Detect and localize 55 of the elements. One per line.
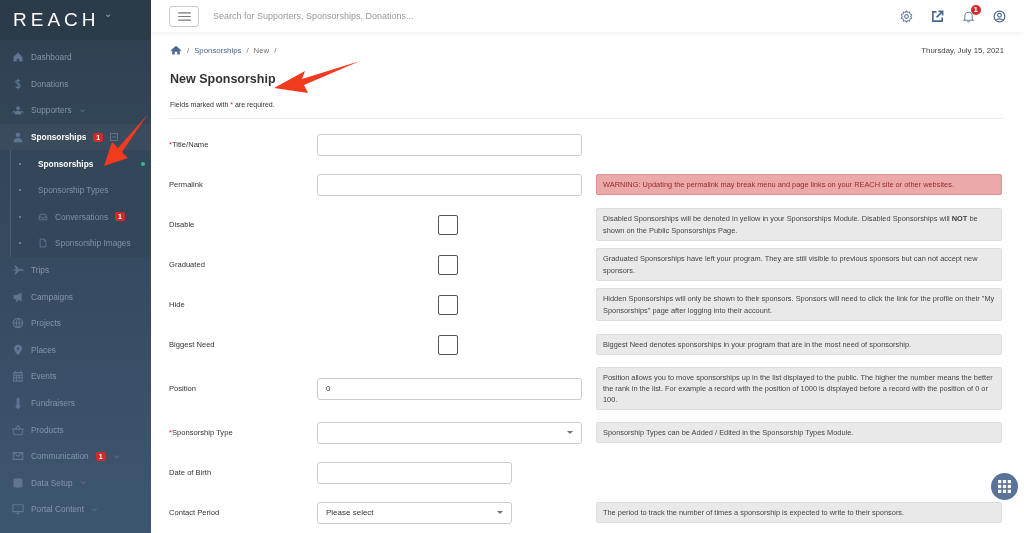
bell-icon[interactable] bbox=[962, 9, 975, 23]
settings-icon[interactable] bbox=[900, 9, 913, 23]
checkbox[interactable] bbox=[438, 334, 458, 355]
map-pin-icon bbox=[12, 343, 24, 356]
caret-icon[interactable]: ⌄ bbox=[103, 8, 112, 19]
document-icon bbox=[38, 238, 48, 249]
sidebar-item[interactable]: Data Setup bbox=[0, 469, 151, 497]
sidebar-item[interactable]: Events bbox=[0, 363, 151, 390]
monitor-icon bbox=[12, 503, 24, 516]
menu-button[interactable] bbox=[169, 5, 199, 27]
active-dot bbox=[141, 162, 145, 167]
envelope-icon bbox=[12, 450, 24, 463]
sidebar-item[interactable]: Fundraisers bbox=[0, 389, 151, 417]
checkbox[interactable] bbox=[438, 254, 458, 275]
person-icon bbox=[12, 131, 24, 144]
notification-badge: 1 bbox=[970, 4, 981, 15]
sidebar-item[interactable]: Supporters bbox=[0, 97, 151, 124]
people-icon bbox=[12, 104, 24, 117]
sidebar-item[interactable]: Places bbox=[0, 336, 151, 364]
home-icon[interactable] bbox=[170, 45, 182, 55]
text-field[interactable] bbox=[317, 133, 582, 156]
page-title: New Sponsorship bbox=[170, 72, 277, 86]
apps-button[interactable] bbox=[991, 473, 1018, 500]
sidebar-item[interactable]: Donations bbox=[0, 70, 151, 98]
home-icon bbox=[12, 51, 24, 64]
select-field[interactable]: Please select bbox=[317, 501, 512, 524]
text-field[interactable]: 0 bbox=[317, 377, 582, 400]
dollar-icon bbox=[12, 77, 24, 90]
basket-icon bbox=[12, 423, 24, 436]
sidebar-item[interactable]: Trips bbox=[0, 256, 151, 284]
sidebar-item[interactable]: Projects bbox=[0, 309, 151, 337]
sidebar-subitem[interactable]: Sponsorship Images bbox=[11, 230, 151, 257]
search-field[interactable]: Search for Supporters, Sponsorships, Donations... bbox=[211, 10, 888, 22]
text-field[interactable] bbox=[317, 173, 582, 196]
thermometer-icon bbox=[12, 397, 24, 409]
database-icon bbox=[12, 476, 24, 489]
logo[interactable]: REACH bbox=[13, 9, 100, 31]
select-field[interactable] bbox=[317, 421, 582, 444]
user-icon[interactable] bbox=[993, 9, 1006, 23]
menu-icon bbox=[177, 11, 191, 21]
sidebar-item[interactable]: Campaigns bbox=[0, 283, 151, 310]
sidebar-item[interactable]: Products bbox=[0, 416, 151, 443]
megaphone-icon bbox=[12, 290, 24, 303]
grid-icon bbox=[998, 480, 1011, 493]
globe-icon bbox=[12, 317, 24, 330]
checkbox[interactable] bbox=[438, 214, 458, 235]
sidebar-item[interactable]: Portal Content bbox=[0, 496, 151, 523]
sidebar-subitem[interactable]: Sponsorship Types bbox=[11, 176, 151, 204]
inbox-icon bbox=[38, 211, 48, 222]
sidebar-item[interactable]: Dashboard bbox=[0, 44, 151, 71]
airplane-icon bbox=[12, 264, 24, 277]
external-link-icon[interactable] bbox=[931, 9, 944, 23]
date-field[interactable] bbox=[317, 462, 512, 485]
checkbox[interactable] bbox=[438, 294, 458, 315]
calendar-icon bbox=[12, 370, 24, 383]
